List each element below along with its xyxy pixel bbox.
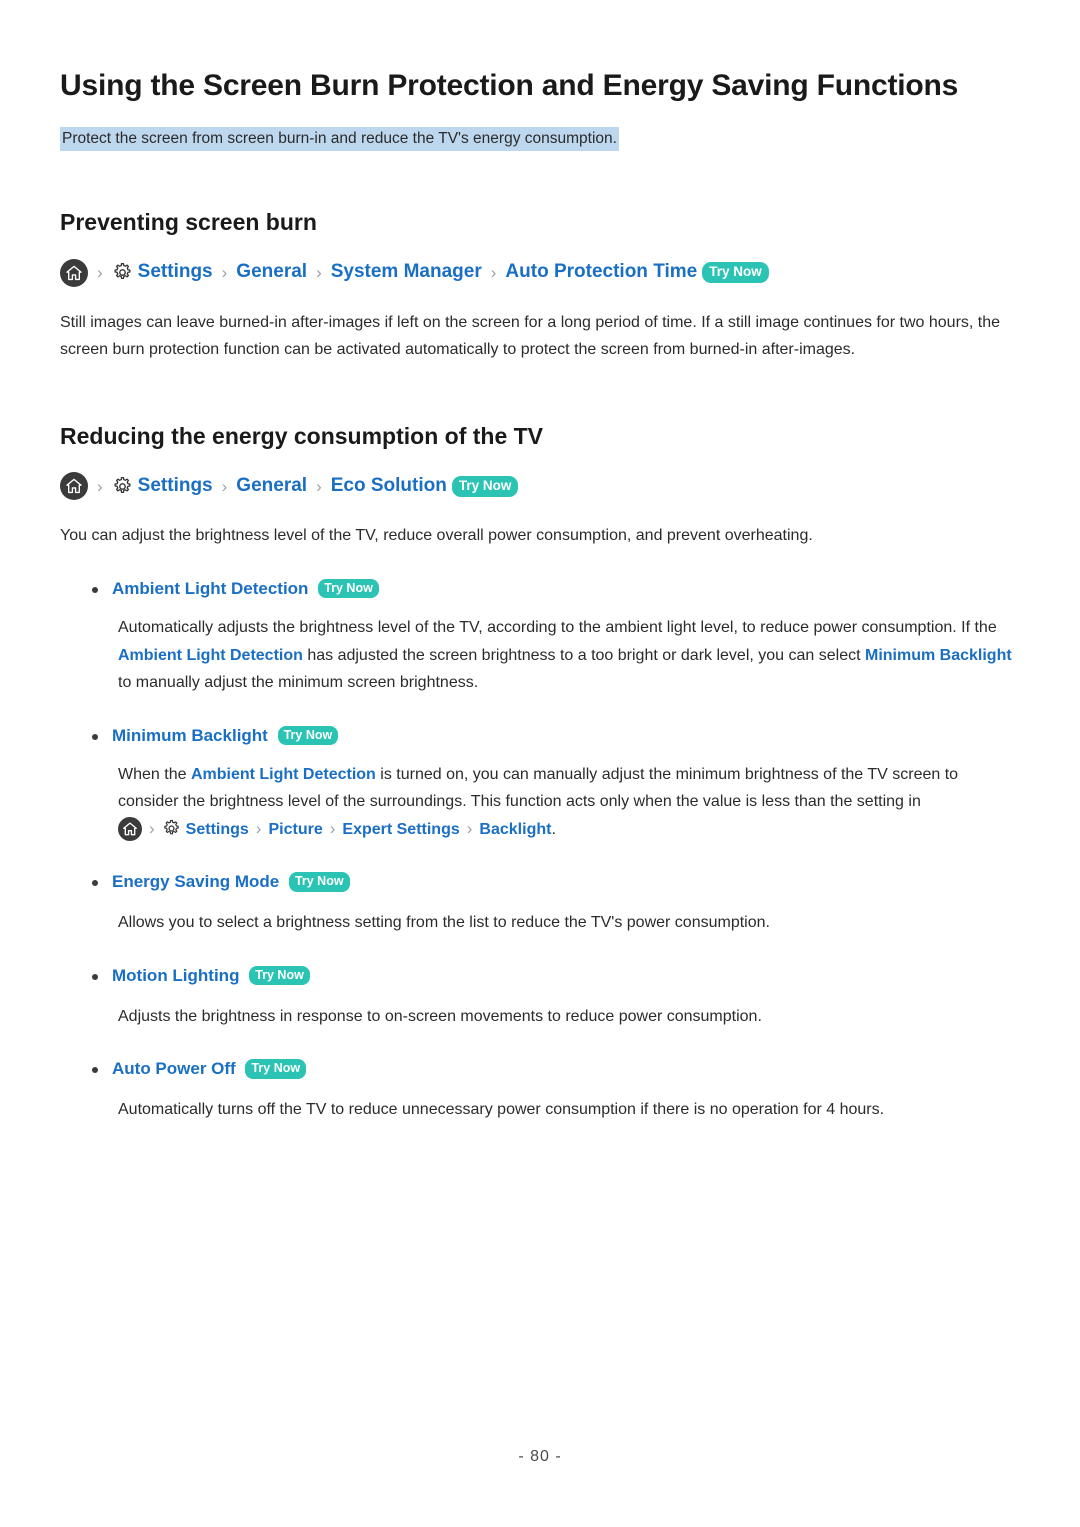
breadcrumb-separator: › bbox=[329, 818, 336, 838]
page-subtitle-wrapper: Protect the screen from screen burn-in a… bbox=[60, 126, 1020, 151]
text-fragment: has adjusted the screen brightness to a … bbox=[302, 646, 865, 664]
list-item-motion-lighting[interactable]: Motion Lighting Try Now bbox=[60, 965, 1020, 987]
bullet-dot-icon bbox=[92, 1067, 98, 1074]
breadcrumb-item-general[interactable]: General bbox=[236, 261, 307, 283]
paragraph-eco-solution-intro: You can adjust the brightness level of t… bbox=[60, 527, 813, 545]
breadcrumb-separator: › bbox=[316, 263, 322, 283]
try-now-badge[interactable]: Try Now bbox=[245, 1059, 307, 1079]
breadcrumb-eco-solution[interactable]: › Settings › General › Eco Solution Try … bbox=[60, 472, 1020, 501]
text-fragment: When the bbox=[118, 765, 191, 783]
paragraph-motion-lighting: Adjusts the brightness in response to on… bbox=[118, 1007, 762, 1025]
document-page: Using the Screen Burn Protection and Ene… bbox=[0, 0, 1080, 1527]
list-item-label[interactable]: Energy Saving Mode bbox=[112, 872, 279, 891]
breadcrumb-item-system-manager[interactable]: System Manager bbox=[331, 261, 482, 283]
bullet-dot-icon bbox=[92, 973, 98, 980]
list-item-label[interactable]: Auto Power Off bbox=[112, 1059, 236, 1078]
home-icon[interactable] bbox=[60, 472, 88, 501]
inline-breadcrumb-item-expert-settings[interactable]: Expert Settings bbox=[342, 821, 459, 838]
inline-breadcrumb-item-picture[interactable]: Picture bbox=[268, 821, 322, 838]
page-subtitle: Protect the screen from screen burn-in a… bbox=[60, 126, 619, 151]
breadcrumb-separator: › bbox=[221, 263, 228, 283]
breadcrumb-separator: › bbox=[97, 476, 103, 496]
paragraph-auto-power-off: Automatically turns off the TV to reduce… bbox=[118, 1101, 885, 1119]
paragraph-energy-saving-mode: Allows you to select a brightness settin… bbox=[118, 914, 770, 932]
breadcrumb-separator: › bbox=[221, 476, 228, 496]
inline-link-ambient-light-detection[interactable]: Ambient Light Detection bbox=[191, 766, 376, 783]
page-number-footer: - 80 - bbox=[518, 1448, 562, 1465]
breadcrumb-item-settings[interactable]: Settings bbox=[138, 261, 213, 283]
list-item-label[interactable]: Motion Lighting bbox=[112, 966, 239, 985]
bullet-dot-icon bbox=[92, 880, 98, 887]
breadcrumb-item-general[interactable]: General bbox=[236, 475, 307, 497]
try-now-badge[interactable]: Try Now bbox=[277, 725, 339, 745]
inline-breadcrumb-backlight[interactable]: › Settings › Picture › Expert Settings › Backli… bbox=[118, 817, 551, 842]
breadcrumb-item-eco-solution[interactable]: Eco Solution bbox=[331, 475, 447, 497]
try-now-badge[interactable]: Try Now bbox=[249, 965, 310, 986]
breadcrumb-separator: › bbox=[316, 476, 322, 496]
breadcrumb-separator: › bbox=[490, 263, 497, 283]
try-now-badge[interactable]: Try Now bbox=[451, 476, 519, 497]
try-now-badge[interactable]: Try Now bbox=[318, 578, 379, 599]
breadcrumb-separator: › bbox=[466, 818, 473, 838]
breadcrumb-item-auto-protection-time[interactable]: Auto Protection Time bbox=[505, 261, 697, 283]
breadcrumb-separator: › bbox=[255, 818, 262, 838]
home-icon[interactable] bbox=[118, 817, 142, 842]
list-item-auto-power-off[interactable]: Auto Power Off Try Now bbox=[60, 1058, 1020, 1080]
breadcrumb-separator: › bbox=[149, 818, 155, 838]
paragraph-minimum-backlight: When the Ambient Light Detection is turn… bbox=[60, 761, 1020, 844]
breadcrumb-item-settings[interactable]: Settings bbox=[138, 475, 213, 497]
paragraph-screen-burn: Still images can leave burned-in after-i… bbox=[60, 313, 1001, 359]
text-fragment: Automatically adjusts the brightness lev… bbox=[118, 618, 997, 636]
section-heading-preventing-screen-burn: Preventing screen burn bbox=[60, 208, 317, 235]
page-title: Using the Screen Burn Protection and Ene… bbox=[60, 69, 959, 102]
list-item-energy-saving-mode[interactable]: Energy Saving Mode Try Now bbox=[60, 871, 1020, 893]
section-heading-reducing-energy-consumption: Reducing the energy consumption of the T… bbox=[60, 422, 544, 449]
breadcrumb-auto-protection-time[interactable]: › Settings › General › System Manager › … bbox=[60, 258, 1020, 287]
text-fragment: to manually adjust the minimum screen br… bbox=[118, 674, 479, 692]
bullet-dot-icon bbox=[92, 733, 98, 740]
list-item-ambient-light-detection[interactable]: Ambient Light Detection Try Now bbox=[60, 578, 1020, 600]
try-now-badge[interactable]: Try Now bbox=[702, 262, 769, 283]
inline-link-ambient-light-detection[interactable]: Ambient Light Detection bbox=[118, 647, 303, 664]
gear-icon[interactable] bbox=[162, 819, 181, 838]
breadcrumb-separator: › bbox=[97, 263, 103, 283]
gear-icon[interactable] bbox=[112, 476, 133, 497]
inline-link-minimum-backlight[interactable]: Minimum Backlight bbox=[865, 647, 1012, 664]
inline-breadcrumb-item-settings[interactable]: Settings bbox=[186, 821, 249, 838]
list-item-minimum-backlight[interactable]: Minimum Backlight Try Now bbox=[60, 725, 1020, 747]
list-item-label[interactable]: Ambient Light Detection bbox=[112, 579, 308, 598]
inline-breadcrumb-item-backlight[interactable]: Backlight bbox=[479, 821, 551, 838]
gear-icon[interactable] bbox=[112, 262, 133, 283]
bullet-dot-icon bbox=[92, 586, 98, 593]
paragraph-ambient-light-detection: Automatically adjusts the brightness lev… bbox=[60, 614, 1020, 697]
list-item-label[interactable]: Minimum Backlight bbox=[112, 726, 268, 745]
text-fragment: . bbox=[551, 820, 556, 838]
try-now-badge[interactable]: Try Now bbox=[288, 872, 350, 892]
home-icon[interactable] bbox=[60, 258, 88, 287]
